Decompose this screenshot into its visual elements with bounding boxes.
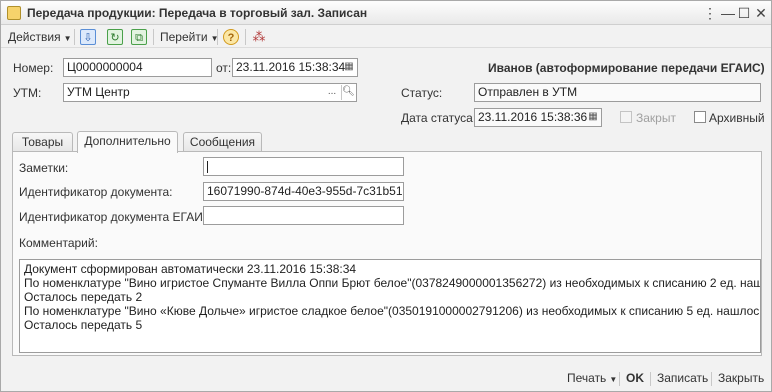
maximize-button[interactable]: ☐ <box>735 4 753 22</box>
actions-label: Действия <box>8 30 61 44</box>
text-cursor <box>207 160 208 173</box>
bottom-divider <box>711 372 712 386</box>
egais-id-field[interactable] <box>203 206 404 225</box>
egais-id-label: Идентификатор документа ЕГАИС: <box>19 210 215 224</box>
utm-field[interactable]: УТМ Центр ... 🔍︎ <box>63 83 357 102</box>
date-field[interactable]: 23.11.2016 15:38:34 ▦ <box>232 58 358 77</box>
chevron-down-icon: ▼ <box>609 375 618 384</box>
archived-label: Архивный <box>709 111 765 125</box>
print-label: Печать <box>567 371 607 385</box>
select-button[interactable]: ... <box>325 85 339 100</box>
calendar-icon: ▦ <box>588 111 598 122</box>
archived-checkbox[interactable] <box>694 111 706 123</box>
author-label: Иванов (автоформирование передачи ЕГАИС) <box>488 61 765 75</box>
closed-label: Закрыт <box>636 111 676 125</box>
goto-label: Перейти <box>160 30 208 44</box>
structure-icon[interactable]: ⁂ <box>251 29 267 45</box>
date-value: 23.11.2016 15:38:34 <box>236 60 346 74</box>
goto-menu[interactable]: Перейти ▼ <box>160 29 218 45</box>
notes-label: Заметки: <box>19 161 69 175</box>
toolbar-divider <box>217 29 218 45</box>
document-icon <box>7 6 21 20</box>
doc-id-label: Идентификатор документа: <box>19 185 173 199</box>
title-bar: Передача продукции: Передача в торговый … <box>1 1 771 25</box>
comment-textarea[interactable]: Документ сформирован автоматически 23.11… <box>19 259 761 353</box>
save-button[interactable]: Записать <box>657 371 708 385</box>
toolbar: Действия ▼ ⇩ ↻ ⧉ Перейти ▼ ? ⁂ <box>1 26 771 48</box>
refresh-icon[interactable]: ↻ <box>107 29 123 45</box>
print-menu[interactable]: Печать ▼ <box>567 371 617 385</box>
tab-additional[interactable]: Дополнительно <box>77 131 178 153</box>
copy-icon[interactable]: ⧉ <box>131 29 147 45</box>
status-date-field: 23.11.2016 15:38:36 ▦ <box>474 108 602 127</box>
toolbar-divider <box>74 29 75 45</box>
bottom-divider <box>650 372 651 386</box>
status-field: Отправлен в УТМ <box>474 83 761 102</box>
comment-label: Комментарий: <box>19 236 98 250</box>
chevron-down-icon: ▼ <box>63 34 72 43</box>
calendar-icon[interactable]: ▦ <box>342 60 356 75</box>
toolbar-divider <box>245 29 246 45</box>
close-form-button[interactable]: Закрыть <box>718 371 764 385</box>
document-window: Передача продукции: Передача в торговый … <box>0 0 772 392</box>
number-label: Номер: <box>13 61 54 75</box>
post-icon[interactable]: ⇩ <box>80 29 96 45</box>
ok-button[interactable]: OK <box>626 371 644 385</box>
doc-id-field[interactable]: 16071990-874d-40e3-955d-7c31b512f4e <box>203 182 404 201</box>
toolbar-divider <box>153 29 154 45</box>
close-button[interactable]: ✕ <box>752 4 770 22</box>
status-label: Статус: <box>401 86 443 100</box>
closed-checkbox[interactable] <box>620 111 632 123</box>
actions-menu[interactable]: Действия ▼ <box>8 29 72 45</box>
notes-field[interactable] <box>203 157 404 176</box>
number-field[interactable]: Ц0000000004 <box>63 58 212 77</box>
status-date-value: 23.11.2016 15:38:36 <box>478 110 588 124</box>
status-date-label: Дата статуса: <box>401 111 477 125</box>
window-title: Передача продукции: Передача в торговый … <box>27 6 368 20</box>
search-icon[interactable]: 🔍︎ <box>341 85 355 100</box>
bottom-bar: Печать ▼ OK Записать Закрыть <box>1 367 771 391</box>
utm-value: УТМ Центр <box>67 85 130 99</box>
tab-messages[interactable]: Сообщения <box>183 132 262 152</box>
help-icon[interactable]: ? <box>223 29 239 45</box>
from-label: от: <box>216 61 232 75</box>
tab-goods[interactable]: Товары <box>12 132 73 152</box>
bottom-divider <box>619 372 620 386</box>
utm-label: УТМ: <box>13 86 42 100</box>
menu-icon[interactable]: ⋮ <box>701 4 719 22</box>
